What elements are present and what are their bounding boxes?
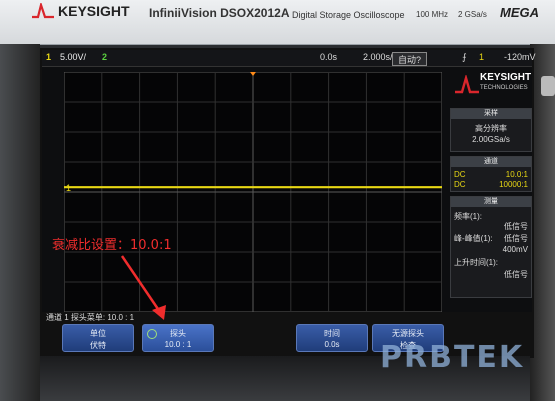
freq-value: 低信号	[504, 222, 528, 231]
keysight-logo-icon	[32, 3, 54, 19]
measure-box: 测量 频率(1): 低信号 峰-峰值(1): 低信号 400mV 上升时间(1)…	[450, 196, 532, 298]
ch2-coupling: DC	[454, 180, 466, 189]
probe-menu-info: 通道 1 探头菜单: 10.0 : 1	[46, 313, 135, 322]
sample-rate-label: 2 GSa/s	[458, 10, 487, 19]
brand-name: KEYSIGHT	[58, 3, 130, 19]
passive-probe-softkey-title: 无源探头	[392, 329, 424, 338]
trigger-level: -120mV	[504, 52, 536, 62]
acquire-box: 采样 高分辨率 2.00GSa/s	[450, 108, 532, 152]
freq-label: 频率(1):	[454, 212, 482, 221]
rise-label: 上升时间(1):	[454, 258, 498, 267]
instrument-top-bezel: KEYSIGHT InfiniiVision DSOX2012A Digital…	[0, 0, 555, 45]
acquire-title: 采样	[451, 109, 531, 119]
probe-softkey-title: 探头	[170, 329, 186, 338]
model-subtitle: Digital Storage Oscilloscope	[292, 10, 405, 20]
units-softkey-title: 单位	[90, 329, 106, 338]
trigger-source: 1	[479, 52, 485, 62]
side-info-panel: KEYSIGHT TECHNOLOGIES 采样 高分辨率 2.00GSa/s …	[450, 68, 532, 298]
pkpk-label: 峰-峰值(1):	[454, 234, 493, 243]
pkpk-extra: 400mV	[502, 245, 528, 254]
rising-edge-icon: ⨍	[462, 52, 467, 62]
watermark-logo: PRBTEK	[380, 340, 525, 375]
status-bar: 1 5.00V/ 2 0.0s 2.000s/ 自动? ⨍ 1 -120mV	[42, 50, 536, 67]
units-softkey[interactable]: 单位 伏特	[62, 324, 134, 352]
ch1-coupling: DC	[454, 170, 466, 179]
scope-screen: 1 5.00V/ 2 0.0s 2.000s/ 自动? ⨍ 1 -120mV 1…	[40, 48, 536, 358]
badge-name: KEYSIGHT	[480, 72, 532, 83]
acquire-mode: 高分辨率	[475, 124, 507, 133]
annotation-label: 衰减比设置：10.0:1	[52, 238, 172, 253]
time-scale: 2.000s/	[363, 52, 393, 62]
series-logo: MEGA	[500, 5, 539, 20]
channels-box: 通道 DC 10.0:1 DC 10000:1	[450, 156, 532, 192]
channels-title: 通道	[451, 157, 531, 167]
time-softkey-value: 0.0s	[324, 340, 340, 349]
run-mode-button[interactable]: 自动?	[392, 52, 428, 66]
left-bezel	[0, 44, 40, 401]
side-button[interactable]	[541, 76, 555, 96]
ch1-probe-ratio: 10.0:1	[505, 170, 528, 179]
badge-sub: TECHNOLOGIES	[480, 85, 528, 91]
probe-softkey-value: 10.0 : 1	[164, 340, 192, 349]
ch2-probe-ratio: 10000:1	[499, 180, 528, 189]
probe-softkey[interactable]: 探头 10.0 : 1	[142, 324, 214, 352]
waveform-grid[interactable]: 1	[64, 72, 442, 312]
keysight-badge: KEYSIGHT TECHNOLOGIES	[450, 68, 532, 102]
ch2-indicator[interactable]: 2	[102, 52, 107, 62]
rise-value: 低信号	[504, 270, 528, 279]
bandwidth-label: 100 MHz	[416, 10, 449, 19]
units-softkey-value: 伏特	[90, 341, 106, 350]
ch1-ground-marker: 1	[66, 183, 71, 193]
time-softkey-title: 时间	[324, 329, 340, 338]
ch1-vertical-scale: 5.00V/	[60, 52, 87, 62]
ch1-indicator[interactable]: 1	[46, 52, 51, 62]
keysight-wave-icon	[455, 75, 479, 94]
acquire-rate: 2.00GSa/s	[472, 135, 510, 144]
time-softkey[interactable]: 时间 0.0s	[296, 324, 368, 352]
pkpk-value: 低信号	[504, 234, 528, 243]
measure-title: 测量	[451, 197, 531, 207]
model-name: InfiniiVision DSOX2012A	[149, 6, 290, 20]
time-position: 0.0s	[320, 52, 338, 62]
